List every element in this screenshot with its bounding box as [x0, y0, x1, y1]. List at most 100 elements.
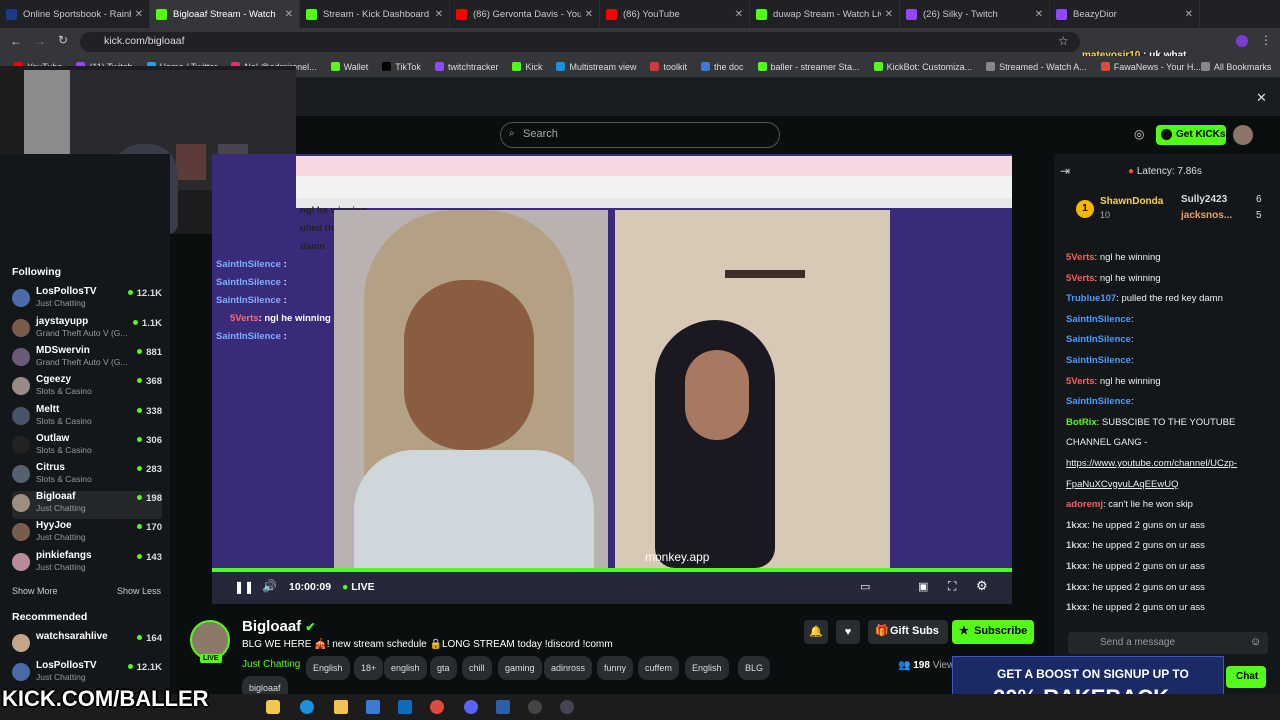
subscribe-button[interactable]: ★ Subscribe: [952, 620, 1034, 644]
chat-username[interactable]: 1kxx: [1066, 582, 1087, 593]
tag[interactable]: BLG: [738, 656, 771, 680]
notifications-icon[interactable]: ◎: [1134, 127, 1144, 141]
volume-icon[interactable]: 🔊: [262, 579, 277, 593]
tag[interactable]: english: [384, 656, 427, 680]
bookmark-item[interactable]: the doc: [701, 62, 744, 72]
sidebar-channel[interactable]: Citrus Slots & Casino 283: [12, 462, 162, 490]
taskbar-app-icon[interactable]: [560, 700, 574, 714]
chat-username[interactable]: SaintInSilence: [1066, 314, 1131, 325]
chat-username[interactable]: Trublue107: [1066, 293, 1116, 304]
browser-tab[interactable]: (26) Silky - Twitch ✕: [900, 0, 1050, 28]
browser-tab[interactable]: (86) YouTube ✕: [600, 0, 750, 28]
bookmark-item[interactable]: TikTok: [382, 62, 421, 72]
tag[interactable]: gaming: [498, 656, 542, 680]
sidebar-channel[interactable]: Meltt Slots & Casino 338: [12, 404, 162, 432]
sidebar-channel[interactable]: Cgeezy Slots & Casino 368: [12, 374, 162, 402]
get-kicks-button[interactable]: Get KICKs: [1156, 125, 1226, 145]
reload-icon[interactable]: ↻: [58, 33, 68, 47]
forward-icon[interactable]: →: [34, 34, 46, 48]
chat-username[interactable]: SaintInSilence: [1066, 334, 1131, 345]
browser-tab[interactable]: duwap Stream - Watch Live o ✕: [750, 0, 900, 28]
taskbar-app-icon[interactable]: [464, 700, 478, 714]
browser-tab[interactable]: BeazyDior ✕: [1050, 0, 1200, 28]
bookmark-item[interactable]: Multistream view: [556, 62, 636, 72]
tab-close-icon[interactable]: ✕: [735, 9, 743, 20]
sidebar-channel[interactable]: Outlaw Slots & Casino 306: [12, 433, 162, 461]
pause-icon[interactable]: ❚❚: [234, 580, 254, 594]
search-input[interactable]: ⌕ Search: [500, 122, 780, 148]
sidebar-channel[interactable]: watchsarahlive 164: [12, 631, 162, 659]
sidebar-channel[interactable]: MDSwervin Grand Theft Auto V (G... 881: [12, 345, 162, 373]
sidebar-channel[interactable]: HyyJoe Just Chatting 170: [12, 520, 162, 548]
taskbar-app-icon[interactable]: [398, 700, 412, 714]
sidebar-channel[interactable]: jaystayupp Grand Theft Auto V (G... 1.1K: [12, 316, 162, 344]
tab-close-icon[interactable]: ✕: [135, 9, 143, 20]
taskbar-app-icon[interactable]: [496, 700, 510, 714]
browser-tab[interactable]: Stream - Kick Dashboard ✕: [300, 0, 450, 28]
chat-username[interactable]: 1kxx: [1066, 561, 1087, 572]
bookmark-item[interactable]: baller - streamer Sta...: [757, 62, 860, 72]
tag[interactable]: 18+: [354, 656, 384, 680]
taskbar-app-icon[interactable]: [528, 700, 542, 714]
stream-category[interactable]: Just Chatting: [242, 655, 300, 675]
chat-username[interactable]: BotRix: [1066, 417, 1097, 428]
show-more-button[interactable]: Show More: [12, 586, 58, 596]
sidebar-channel-active[interactable]: Bigloaaf Just Chatting 198: [12, 491, 162, 519]
taskbar-app-icon[interactable]: [366, 700, 380, 714]
tab-close-icon[interactable]: ✕: [1035, 9, 1043, 20]
emoji-icon[interactable]: ☺: [1250, 636, 1261, 648]
follow-heart-button[interactable]: ♥: [836, 620, 860, 644]
taskbar-app-icon[interactable]: [334, 700, 348, 714]
taskbar-app-icon[interactable]: [430, 700, 444, 714]
chat-send-button[interactable]: Chat: [1226, 666, 1266, 688]
chat-username[interactable]: 5Verts: [1066, 273, 1095, 284]
chat-link[interactable]: https://www.youtube.com/channel/UCzp-: [1066, 458, 1237, 469]
fullscreen-icon[interactable]: ⛶: [948, 579, 956, 594]
back-icon[interactable]: ←: [10, 34, 22, 48]
tab-close-icon[interactable]: ✕: [285, 9, 293, 20]
bookmark-item[interactable]: FawaNews - Your H...: [1100, 62, 1201, 72]
tag[interactable]: adinross: [544, 656, 593, 680]
taskbar-app-icon[interactable]: [300, 700, 314, 714]
gift-subs-button[interactable]: 🎁 Gift Subs: [868, 620, 948, 644]
user-avatar[interactable]: [1233, 125, 1253, 145]
notify-button[interactable]: 🔔: [804, 620, 828, 644]
chat-input[interactable]: Send a message ☺: [1068, 632, 1268, 654]
chat-username[interactable]: 1kxx: [1066, 540, 1087, 551]
browser-tab[interactable]: Bigloaaf Stream - Watch ✕: [150, 0, 300, 28]
sidebar-channel[interactable]: pinkiefangs Just Chatting 143: [12, 550, 162, 578]
url-field[interactable]: kick.com/bigloaaf: [80, 32, 1080, 52]
tab-close-icon[interactable]: ✕: [1185, 9, 1193, 20]
browser-tab[interactable]: Online Sportsbook - Rainbet ✕: [0, 0, 150, 28]
browser-tab[interactable]: (86) Gervonta Davis - YouTub ✕: [450, 0, 600, 28]
tag[interactable]: funny: [597, 656, 634, 680]
bookmark-item[interactable]: All Bookmarks: [1200, 62, 1271, 72]
show-less-button[interactable]: Show Less: [117, 586, 161, 596]
pip-icon[interactable]: ▣: [918, 580, 928, 593]
bookmark-item[interactable]: twitchtracker: [434, 62, 498, 72]
bookmark-item[interactable]: Wallet: [330, 62, 368, 72]
tag[interactable]: English: [306, 656, 350, 680]
chat-username[interactable]: 5Verts: [1066, 376, 1095, 387]
profile-avatar-icon[interactable]: [1236, 35, 1248, 47]
bookmark-item[interactable]: Kick: [512, 62, 542, 72]
tag[interactable]: English: [685, 656, 729, 680]
close-banner-icon[interactable]: ✕: [1256, 90, 1267, 106]
collapse-chat-icon[interactable]: ⇥: [1060, 164, 1070, 178]
tab-close-icon[interactable]: ✕: [585, 9, 593, 20]
chat-username[interactable]: 1kxx: [1066, 520, 1087, 531]
chat-username[interactable]: 5Verts: [1066, 252, 1095, 263]
sidebar-channel[interactable]: LosPollosTV Just Chatting 12.1K: [12, 286, 162, 314]
sidebar-channel[interactable]: LosPollosTV Just Chatting 12.1K: [12, 660, 162, 688]
bookmark-item[interactable]: Streamed - Watch A...: [986, 62, 1087, 72]
settings-icon[interactable]: ⚙: [976, 578, 988, 594]
video-player[interactable]: ngl he winning ulled the red key damn Sa…: [212, 154, 1012, 604]
bookmark-item[interactable]: toolkit: [650, 62, 687, 72]
chat-username[interactable]: adoremj: [1066, 499, 1103, 510]
theater-icon[interactable]: ▭: [860, 580, 870, 593]
menu-icon[interactable]: ⋮: [1260, 33, 1272, 47]
chat-username[interactable]: SaintInSilence: [1066, 355, 1131, 366]
chat-link[interactable]: FpaNuXCvgvuLAqEEwUQ: [1066, 479, 1178, 490]
star-icon[interactable]: ☆: [1058, 34, 1069, 48]
chat-username[interactable]: SaintInSilence: [1066, 396, 1131, 407]
